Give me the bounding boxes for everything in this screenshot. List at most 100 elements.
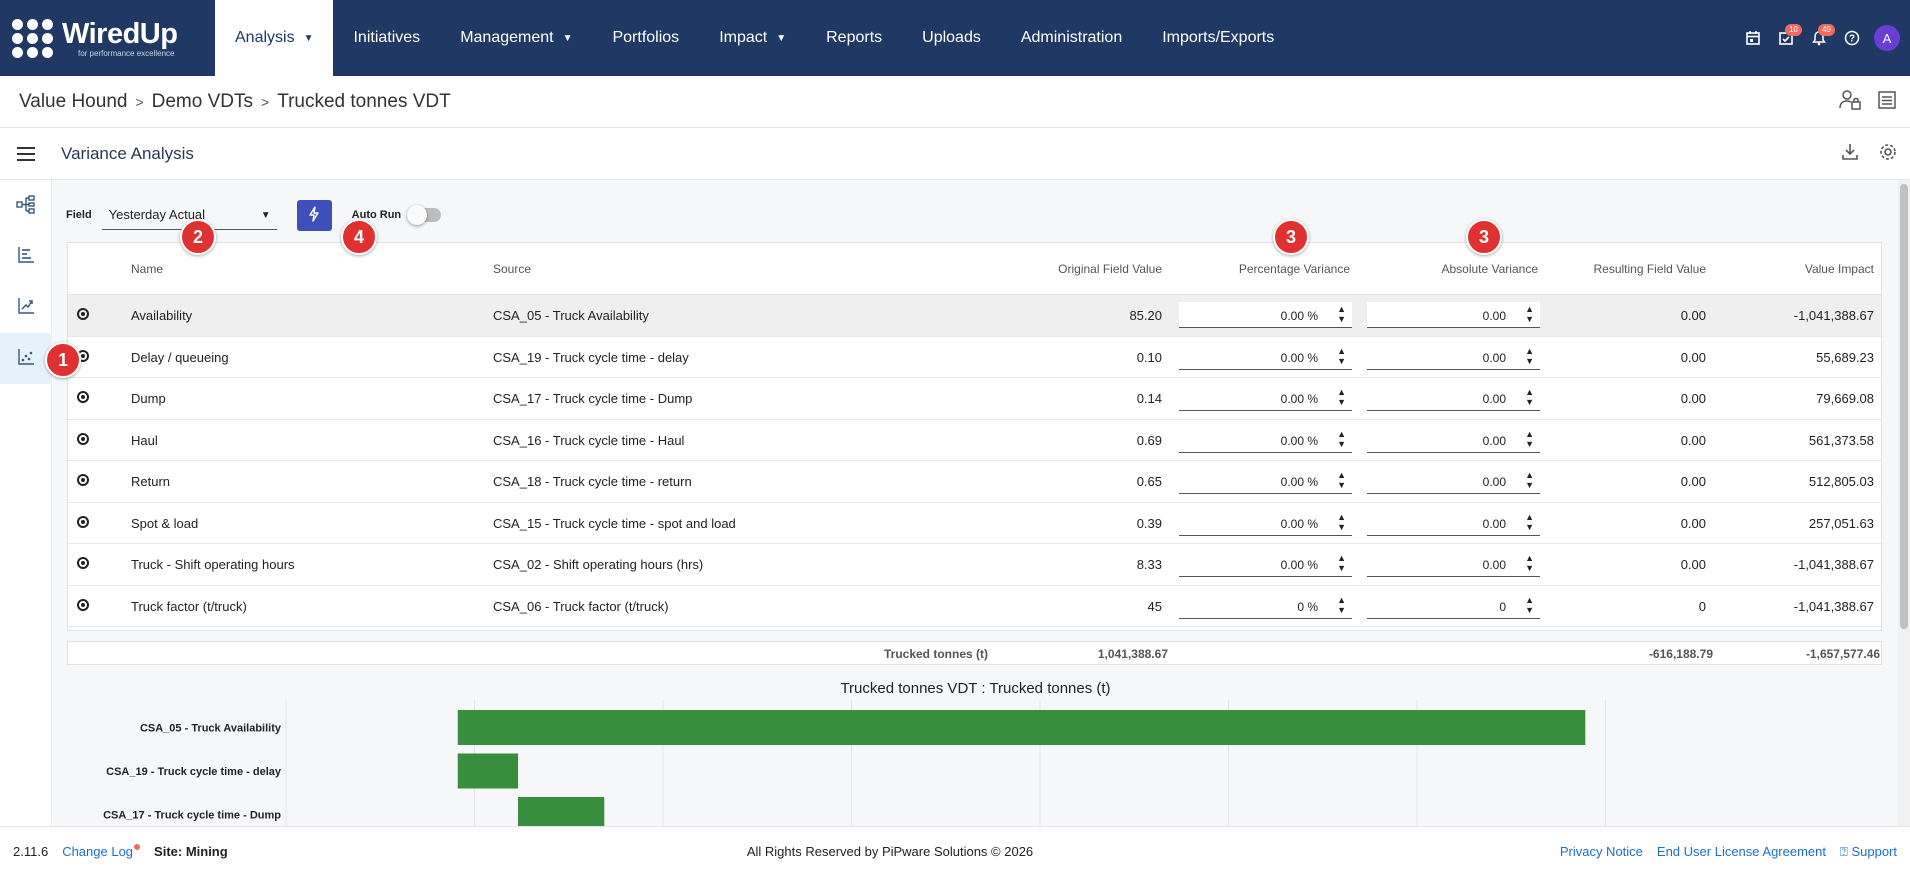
vertical-scrollbar[interactable]	[1898, 180, 1910, 826]
header-source[interactable]: Source	[493, 262, 531, 276]
spinner-arrows-icon[interactable]: ▲ ▼	[1337, 470, 1346, 490]
chart-bar[interactable]	[518, 797, 605, 826]
percentage-variance-input[interactable]: 0.00 % ▲ ▼	[1179, 426, 1352, 453]
absolute-variance-input[interactable]: 0.00 ▲ ▼	[1367, 426, 1540, 453]
row-name: Availability	[131, 308, 193, 323]
spinner-arrows-icon[interactable]: ▲ ▼	[1337, 553, 1346, 573]
header-name[interactable]: Name	[131, 262, 163, 276]
nav-reports[interactable]: Reports	[806, 0, 902, 76]
target-icon[interactable]	[77, 432, 89, 445]
rail-bar-chart[interactable]	[0, 231, 52, 282]
table-row[interactable]: Truck - Shift operating hours CSA_02 - Sh…	[68, 544, 1881, 586]
target-icon[interactable]	[77, 557, 89, 569]
table-row[interactable]: Spot & load CSA_15 - Truck cycle time - s…	[68, 503, 1881, 544]
percentage-variance-input[interactable]: 0.00 % ▲ ▼	[1179, 385, 1352, 411]
settings-gear-icon[interactable]	[1878, 142, 1898, 165]
spinner-arrows-icon[interactable]: ▲ ▼	[1337, 304, 1346, 324]
nav-portfolios[interactable]: Portfolios	[592, 0, 699, 76]
percentage-variance-input[interactable]: 0.00 % ▲ ▼	[1179, 343, 1352, 370]
spinner-arrows-icon[interactable]: ▲ ▼	[1337, 595, 1346, 615]
target-icon[interactable]	[77, 391, 89, 403]
nav-uploads[interactable]: Uploads	[902, 0, 1001, 76]
spinner-arrows-icon[interactable]: ▲ ▼	[1525, 470, 1534, 490]
spinner-arrows-icon[interactable]: ▲ ▼	[1525, 553, 1534, 573]
target-icon[interactable]	[77, 598, 89, 611]
table-row[interactable]: Truck factor (t/truck) CSA_06 - Truck fac…	[68, 586, 1881, 627]
user-permissions-icon[interactable]	[1838, 89, 1862, 117]
absolute-variance-input[interactable]: 0.00 ▲ ▼	[1367, 302, 1540, 328]
calendar-icon[interactable]	[1736, 22, 1769, 55]
absolute-variance-input[interactable]: 0.00 ▲ ▼	[1367, 385, 1540, 411]
spinner-arrows-icon[interactable]: ▲ ▼	[1525, 595, 1534, 615]
table-row[interactable]: Return CSA_18 - Truck cycle time - return…	[68, 461, 1881, 503]
spinner-arrows-icon[interactable]: ▲ ▼	[1525, 346, 1534, 366]
percentage-variance-input[interactable]: 0.00 % ▲ ▼	[1179, 468, 1352, 494]
row-source: CSA_16 - Truck cycle time - Haul	[493, 432, 685, 448]
row-original-value: 8.33	[1136, 557, 1162, 572]
nav-management[interactable]: Management ▼	[440, 0, 592, 76]
spinner-arrows-icon[interactable]: ▲ ▼	[1525, 429, 1534, 449]
table-row[interactable]: Availability CSA_05 - Truck Availability 8…	[68, 295, 1881, 337]
spinner-arrows-icon[interactable]: ▲ ▼	[1337, 387, 1346, 407]
privacy-notice-link[interactable]: Privacy Notice	[1560, 844, 1643, 860]
chart-category-label: CSA_05 - Truck Availability	[140, 723, 282, 735]
table-row[interactable]: Haul CSA_16 - Truck cycle time - Haul 0.69…	[68, 420, 1881, 461]
row-name: Spot & load	[131, 515, 199, 531]
rail-trend[interactable]	[0, 282, 52, 333]
support-link[interactable]: ⍰ Support	[1840, 844, 1897, 860]
table-row[interactable]: Delay / queueing CSA_19 - Truck cycle tim…	[68, 337, 1881, 378]
chevron-right-icon: >	[261, 93, 270, 110]
nav-imports-exports[interactable]: Imports/Exports	[1142, 0, 1294, 76]
percentage-variance-input[interactable]: 0.00 % ▲ ▼	[1179, 302, 1352, 328]
header-resulting-field-value[interactable]: Resulting Field Value	[1593, 262, 1706, 276]
breadcrumb-item-demo-vdts[interactable]: Demo VDTs	[152, 91, 253, 113]
target-icon[interactable]	[77, 474, 89, 486]
nav-administration[interactable]: Administration	[1001, 0, 1142, 76]
spinner-arrows-icon[interactable]: ▲ ▼	[1337, 512, 1346, 532]
absolute-variance-input[interactable]: 0 ▲ ▼	[1367, 592, 1540, 619]
download-icon[interactable]	[1840, 142, 1860, 165]
avatar[interactable]: A	[1874, 25, 1900, 51]
target-icon[interactable]	[77, 515, 89, 528]
percentage-variance-input[interactable]: 0.00 % ▲ ▼	[1179, 509, 1352, 536]
spinner-arrows-icon[interactable]: ▲ ▼	[1337, 346, 1346, 366]
spinner-arrows-icon[interactable]: ▲ ▼	[1525, 304, 1534, 324]
nav-impact[interactable]: Impact ▼	[699, 0, 806, 76]
spinner-arrows-icon[interactable]: ▲ ▼	[1525, 512, 1534, 532]
row-resulting-value: 0.00	[1680, 308, 1706, 323]
target-icon[interactable]	[77, 308, 89, 320]
absolute-variance-value: 0.00	[1482, 392, 1506, 406]
help-icon[interactable]: ?	[1835, 22, 1868, 55]
support-icon: ⍰	[1840, 844, 1848, 859]
task-check-icon[interactable]: 10	[1769, 22, 1802, 55]
eula-link[interactable]: End User License Agreement	[1657, 844, 1826, 860]
percentage-variance-input[interactable]: 0.00 % ▲ ▼	[1179, 551, 1352, 577]
header-value-impact[interactable]: Value Impact	[1805, 262, 1874, 276]
list-view-icon[interactable]	[1876, 89, 1898, 117]
spinner-arrows-icon[interactable]: ▲ ▼	[1337, 429, 1346, 449]
run-analysis-button[interactable]	[296, 199, 332, 231]
nav-administration-label: Administration	[1020, 29, 1123, 46]
absolute-variance-input[interactable]: 0.00 ▲ ▼	[1367, 468, 1540, 494]
absolute-variance-input[interactable]: 0.00 ▲ ▼	[1367, 509, 1540, 536]
table-row[interactable]: Dump CSA_17 - Truck cycle time - Dump 0.14…	[68, 378, 1881, 420]
hamburger-menu-icon[interactable]	[0, 146, 52, 161]
absolute-variance-input[interactable]: 0.00 ▲ ▼	[1367, 343, 1540, 370]
nav-initiatives[interactable]: Initiatives	[333, 0, 440, 76]
rail-tree-view[interactable]	[0, 180, 52, 231]
breadcrumb-item-value-hound[interactable]: Value Hound	[19, 91, 127, 113]
nav-analysis[interactable]: Analysis ▼	[215, 0, 334, 76]
chart-bar[interactable]	[457, 753, 519, 789]
nav-analysis-label: Analysis	[235, 29, 295, 46]
header-original-field-value[interactable]: Original Field Value	[1058, 262, 1162, 276]
auto-run-toggle[interactable]	[407, 205, 442, 225]
spinner-arrows-icon[interactable]: ▲ ▼	[1525, 387, 1534, 407]
percentage-variance-input[interactable]: 0 % ▲ ▼	[1179, 592, 1352, 619]
wiredup-logo[interactable]: WiredUp for performance excellence	[0, 0, 215, 76]
header-absolute-variance[interactable]: Absolute Variance	[1441, 262, 1538, 276]
header-percentage-variance[interactable]: Percentage Variance	[1239, 262, 1350, 276]
chart-bar[interactable]	[457, 710, 1586, 745]
bell-icon[interactable]: 49	[1802, 22, 1835, 55]
absolute-variance-input[interactable]: 0.00 ▲ ▼	[1367, 551, 1540, 577]
logo-tagline: for performance excellence	[78, 48, 175, 58]
